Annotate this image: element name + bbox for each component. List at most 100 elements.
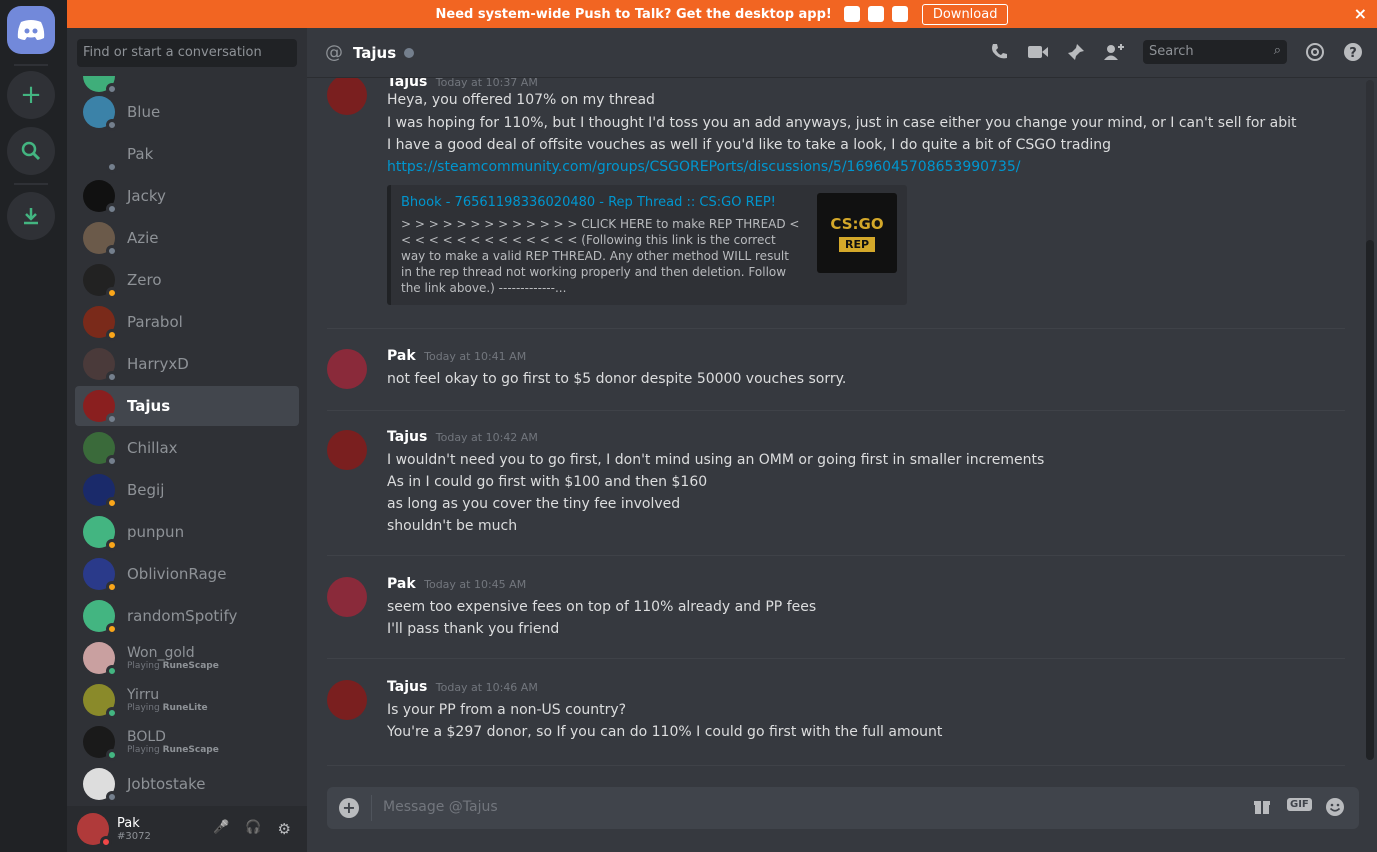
message-text: seem too expensive fees on top of 110% a… [387,599,817,615]
dm-item-punpun[interactable]: punpun [75,512,299,552]
emoji-icon[interactable] [1325,797,1345,821]
message-text: As in I could go first with $100 and the… [387,474,708,490]
gif-button[interactable]: GIF [1287,798,1312,811]
discriminator: #3072 [117,831,151,842]
download-icon [24,208,38,225]
avatar [83,558,118,593]
timestamp: Today at 10:42 AM [435,431,538,444]
status-indicator [106,791,118,803]
author-name[interactable]: Tajus [387,78,427,90]
timestamp: Today at 10:41 AM [424,350,527,363]
dm-name-with-activity: Yirru Playing RuneLite [127,687,208,713]
message-text: I'll pass thank you friend [387,621,560,637]
gift-icon[interactable] [1253,797,1271,819]
status-indicator [106,329,118,341]
dm-item-parabol[interactable]: Parabol [75,302,299,342]
timestamp: Today at 10:46 AM [435,681,538,694]
dm-name: punpun [127,523,185,541]
author-name[interactable]: Pak [387,576,416,592]
add-server-button[interactable]: + [7,71,55,119]
dm-item-harryxd[interactable]: HarryxD [75,344,299,384]
recipient-status-indicator [404,47,415,58]
discord-home-button[interactable] [7,6,55,54]
dm-item-tajus[interactable]: Tajus [75,386,299,426]
dm-item-chillax[interactable]: Chillax [75,428,299,468]
embed-title[interactable]: Bhook - 76561198336020480 - Rep Thread :… [401,195,776,210]
avatar [83,432,118,467]
dm-name: Zero [127,271,162,289]
author-avatar[interactable] [327,78,367,115]
dm-activity: Playing RuneScape [127,745,219,755]
author-avatar[interactable] [327,680,367,720]
avatar [83,390,118,425]
close-banner-icon[interactable]: × [1354,4,1367,23]
message-link[interactable]: https://steamcommunity.com/groups/CSGORE… [387,159,1021,175]
dm-item-won-gold[interactable]: Won_gold Playing RuneScape [75,638,299,678]
link-embed: Bhook - 76561198336020480 - Rep Thread :… [387,185,907,305]
dm-item-blue[interactable]: Blue [75,92,299,132]
embed-thumbnail[interactable]: CS:GO REP [817,193,897,273]
download-apps-button[interactable] [7,192,55,240]
dm-item-oblivionrage[interactable]: OblivionRage [75,554,299,594]
call-icon[interactable] [989,42,1009,62]
status-indicator [106,539,118,551]
dm-item-jacky[interactable]: Jacky [75,176,299,216]
message-group: Tajus Today at 10:46 AM Is your PP from … [327,679,1345,766]
message-header: Tajus Today at 10:37 AM [387,78,538,90]
status-indicator [106,371,118,383]
header-search-input[interactable]: Search ⌕ [1143,40,1287,64]
dm-name: HarryxD [127,355,189,373]
message-text: I was hoping for 110%, but I thought I'd… [387,115,1297,131]
dm-item-randomspotify[interactable]: randomSpotify [75,596,299,636]
dm-item-partial[interactable] [75,76,299,95]
dm-item-yirru[interactable]: Yirru Playing RuneLite [75,680,299,720]
author-name[interactable]: Pak [387,348,416,364]
message-group: Tajus Today at 10:42 AM I wouldn't need … [327,429,1345,556]
dm-item-azie[interactable]: Azie [75,218,299,258]
help-icon[interactable]: ? [1343,42,1363,62]
author-name[interactable]: Tajus [387,679,427,695]
dm-item-bold[interactable]: BOLD Playing RuneScape [75,722,299,762]
author-avatar[interactable] [327,349,367,389]
dm-item-pak[interactable]: Pak [75,134,299,174]
avatar [83,222,118,257]
embed-description: > > > > > > > > > > > > > CLICK HERE to … [401,217,800,295]
status-indicator [106,497,118,509]
settings-gear-icon[interactable]: ⚙ [278,820,291,838]
message-scrollbar[interactable] [1366,80,1374,760]
message-text: Heya, you offered 107% on my thread [387,92,655,108]
scrollbar-thumb[interactable] [1366,240,1374,760]
user-avatar[interactable] [77,813,112,848]
author-avatar[interactable] [327,430,367,470]
channel-header: @ Tajus Search ⌕ ? [307,28,1377,78]
message-group: Pak Today at 10:45 AM seem too expensive… [327,576,1345,659]
add-friend-icon[interactable] [1103,43,1125,61]
status-indicator [106,749,118,761]
headphones-icon[interactable]: 🎧 [245,820,261,838]
dm-item-begij[interactable]: Begij [75,470,299,510]
video-icon[interactable] [1027,44,1049,60]
os-icons [843,6,908,22]
mute-microphone-icon[interactable]: 🎤 [213,820,229,838]
status-indicator [100,836,112,848]
status-indicator [106,623,118,635]
upload-plus-icon[interactable]: + [339,798,359,818]
mention-icon[interactable] [1305,42,1325,62]
dm-item-jobtostake[interactable]: Jobtostake [75,764,299,804]
author-name[interactable]: Tajus [387,429,427,445]
find-conversation-input[interactable]: Find or start a conversation [77,39,297,67]
download-button[interactable]: Download [921,3,1009,25]
user-names: Pak #3072 [117,816,151,842]
pin-icon[interactable] [1067,43,1085,61]
explore-servers-button[interactable] [7,127,55,175]
author-avatar[interactable] [327,577,367,617]
user-panel: Pak #3072 🎤 🎧 ⚙ [67,806,307,852]
dm-name: randomSpotify [127,607,238,625]
dm-name: Chillax [127,439,178,457]
avatar [83,138,118,173]
dm-item-zero[interactable]: Zero [75,260,299,300]
avatar [83,348,118,383]
avatar [83,474,118,509]
message-input[interactable]: Message @Tajus [383,799,498,815]
status-indicator [106,413,118,425]
